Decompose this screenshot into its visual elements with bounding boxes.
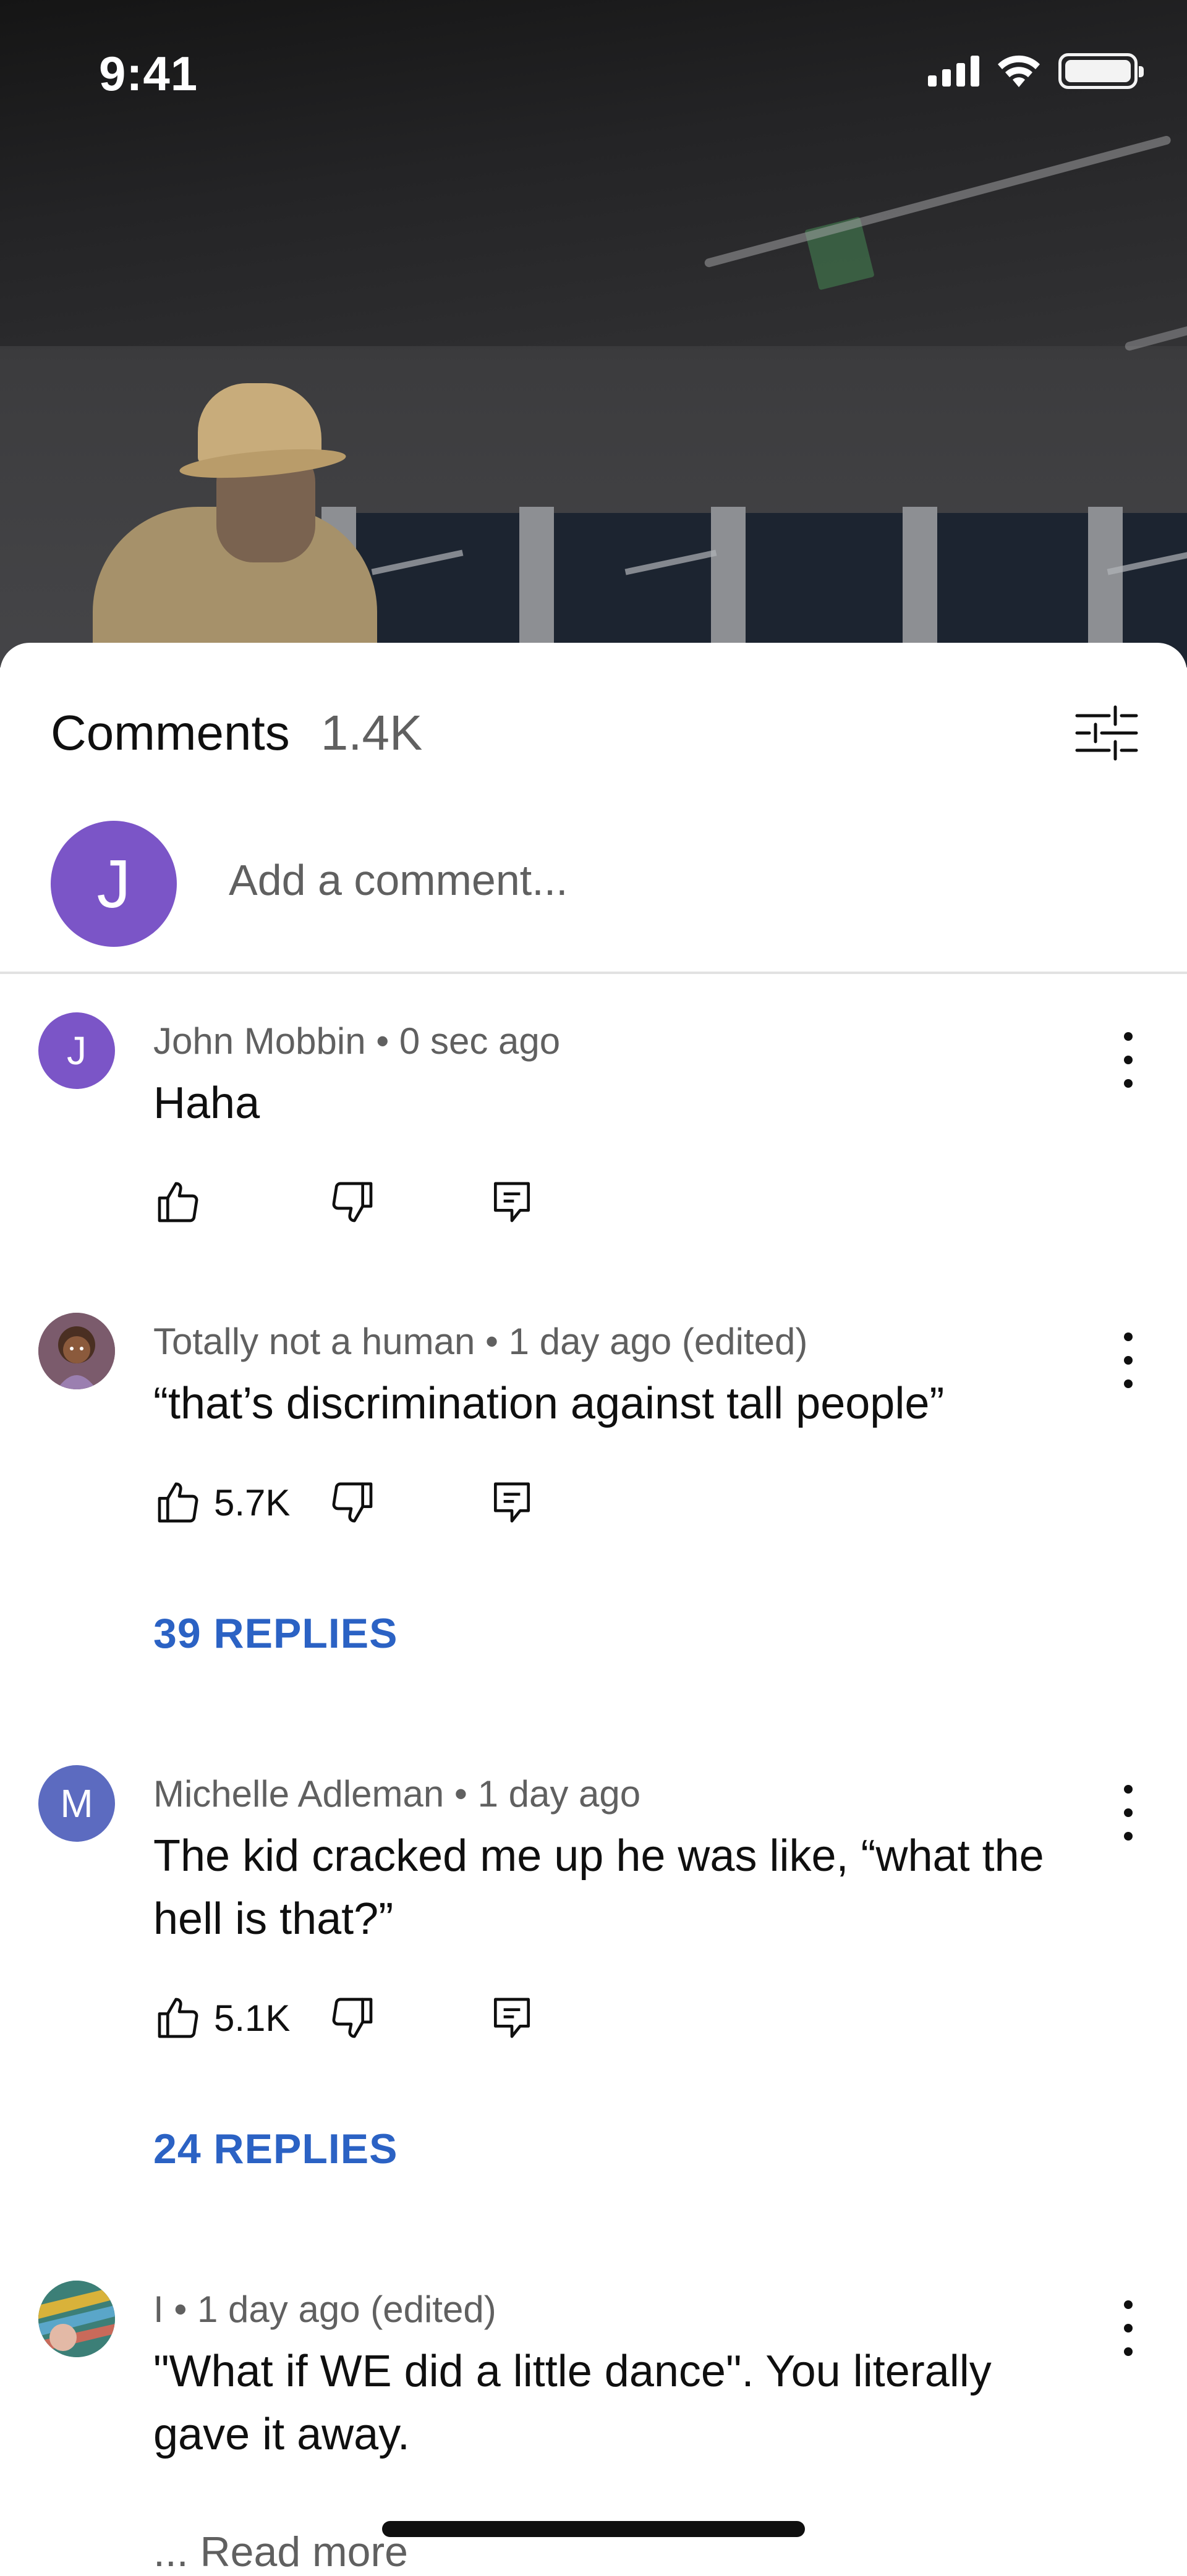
status-bar: 9:41 <box>0 0 1187 101</box>
thumbs-up-icon <box>158 1182 198 1222</box>
avatar: J <box>51 821 177 947</box>
like-button[interactable] <box>153 1174 203 1230</box>
comment-text: "What if WE did a little dance". You lit… <box>153 2347 992 2459</box>
view-replies-button[interactable]: 39 REPLIES <box>153 1609 398 1658</box>
comment-text: “that’s discrimination against tall peop… <box>153 1379 945 1428</box>
dislike-button[interactable] <box>328 1174 377 1230</box>
status-icons <box>928 53 1144 89</box>
comment-meta: John Mobbin • 0 sec ago <box>153 1020 561 1062</box>
battery-fill <box>1065 60 1131 82</box>
divider <box>0 972 1187 974</box>
status-time: 9:41 <box>99 46 198 101</box>
avatar-image <box>38 1313 115 1389</box>
like-button[interactable]: 5.7K <box>153 1475 290 1530</box>
home-indicator[interactable] <box>382 2521 805 2537</box>
cellular-signal-icon <box>928 56 979 87</box>
comments-sheet: Comments 1.4K J Add a comment... <box>0 643 1187 2569</box>
avatar-image <box>38 2281 115 2357</box>
battery-icon <box>1058 53 1144 89</box>
comment-meta: Totally not a human • 1 day ago (edited) <box>153 1321 808 1362</box>
thumbs-up-icon <box>158 1482 198 1523</box>
comment-icon <box>494 1182 530 1222</box>
thumbs-down-icon <box>332 1998 373 2038</box>
comment-meta: Michelle Adleman • 1 day ago <box>153 1773 641 1815</box>
avatar[interactable]: J <box>38 1012 115 1089</box>
cartoon-avatar-icon[interactable] <box>38 1313 115 1389</box>
reply-button[interactable] <box>487 1475 537 1530</box>
dislike-button[interactable] <box>328 1475 377 1530</box>
like-count: 5.7K <box>214 1481 291 1523</box>
thumbs-down-icon <box>332 1482 373 1523</box>
colorful-photo-avatar-icon[interactable] <box>38 2281 115 2357</box>
wifi-icon <box>998 55 1040 87</box>
add-comment-input[interactable]: Add a comment... <box>229 855 568 905</box>
comment-text: The kid cracked me up he was like, “what… <box>153 1831 1044 1944</box>
more-options-icon[interactable] <box>1113 1032 1144 1088</box>
sliders-icon <box>1075 705 1138 761</box>
sort-filter-button[interactable] <box>1072 702 1141 764</box>
comment-meta: I • 1 day ago (edited) <box>153 2289 496 2330</box>
comment-actions <box>153 1174 586 1230</box>
comments-title: Comments <box>51 705 290 760</box>
comment-actions: 5.7K <box>153 1475 586 1530</box>
more-options-icon[interactable] <box>1113 1785 1144 1841</box>
comment-icon <box>494 1998 530 2038</box>
thumbs-down-icon <box>332 1182 373 1222</box>
view-replies-button[interactable]: 24 REPLIES <box>153 2125 398 2173</box>
avatar[interactable]: M <box>38 1765 115 1842</box>
more-options-icon[interactable] <box>1113 1332 1144 1388</box>
comments-count: 1.4K <box>320 705 423 760</box>
comment-icon <box>494 1482 530 1523</box>
dislike-button[interactable] <box>328 1990 377 2046</box>
like-button[interactable]: 5.1K <box>153 1990 290 2046</box>
thumbs-up-icon <box>158 1998 198 2038</box>
reply-button[interactable] <box>487 1990 537 2046</box>
like-count: 5.1K <box>214 1997 291 2039</box>
comments-header: Comments 1.4K <box>51 705 422 761</box>
comment-text: Haha <box>153 1078 260 1128</box>
reply-button[interactable] <box>487 1174 537 1230</box>
read-more-link[interactable]: ... Read more <box>153 2528 408 2576</box>
add-comment-row[interactable]: J Add a comment... <box>51 821 1139 947</box>
more-options-icon[interactable] <box>1113 2300 1144 2356</box>
comment-actions: 5.1K <box>153 1990 586 2046</box>
